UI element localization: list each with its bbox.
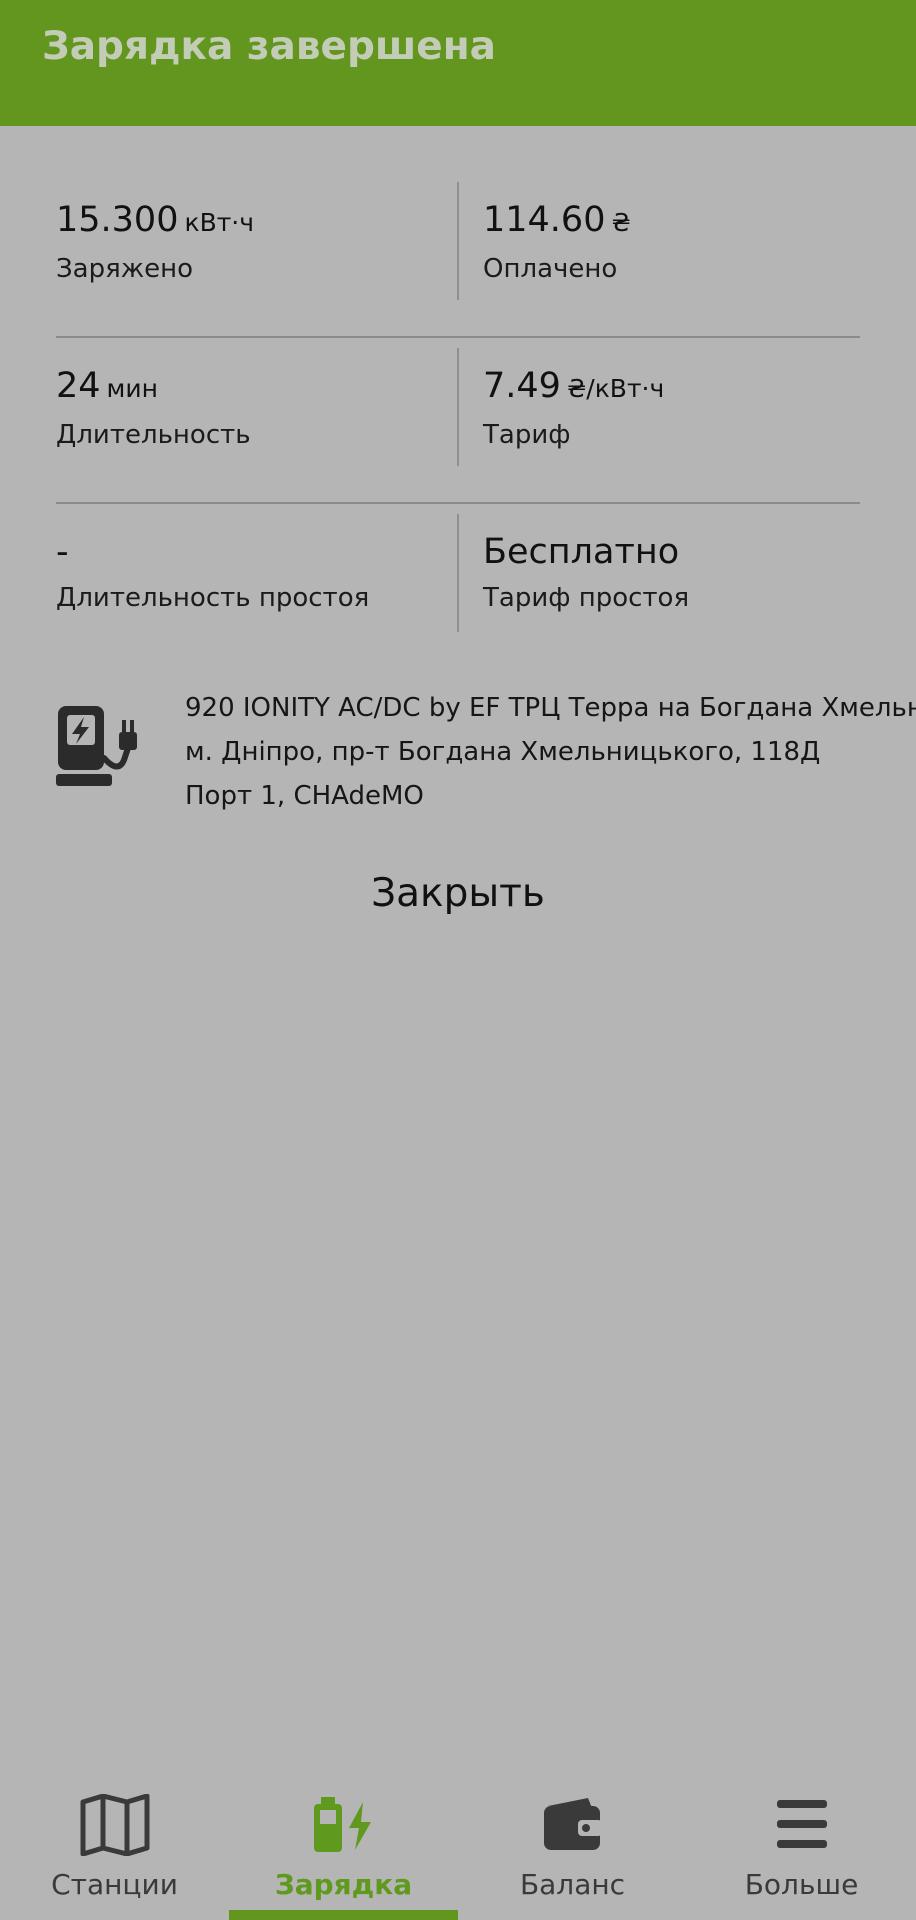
page-title: Зарядка завершена (42, 24, 497, 69)
stat-paid: 114.60 ₴ Оплачено (483, 198, 863, 287)
nav-item-balance[interactable]: Баланс (458, 1776, 687, 1920)
stats-row-duration-tariff: 24 мин Длительность 7.49 ₴/кВт·ч Тариф (56, 338, 860, 504)
stat-charged: 15.300 кВт·ч Заряжено (56, 198, 436, 287)
station-port: Порт 1, CHAdeMO (185, 781, 424, 811)
paid-value: 114.60 (483, 200, 606, 240)
nav-label-charging: Зарядка (274, 1868, 413, 1901)
nav-item-more[interactable]: Больше (687, 1776, 916, 1920)
stats-row-energy-payment: 15.300 кВт·ч Заряжено 114.60 ₴ Оплачено (56, 172, 860, 338)
active-tab-indicator (229, 1910, 458, 1920)
app-screen: Зарядка завершена 15.300 кВт·ч Заряжено 1… (0, 0, 916, 1920)
nav-item-stations[interactable]: Станции (0, 1776, 229, 1920)
station-name: 920 IONITY AC/DC by EF ТРЦ Терра на Богд… (185, 693, 916, 723)
column-divider (457, 182, 459, 300)
nav-item-charging[interactable]: Зарядка (229, 1776, 458, 1920)
charged-unit: кВт·ч (184, 208, 254, 237)
ev-charger-icon (56, 706, 137, 786)
stats-row-idle: - Длительность простоя Бесплатно Тариф п… (56, 504, 860, 670)
stat-tariff: 7.49 ₴/кВт·ч Тариф (483, 364, 863, 453)
duration-unit: мин (106, 374, 158, 403)
nav-label-more: Больше (744, 1868, 859, 1901)
bottom-navigation: Станции Зарядка Баланс Больше (0, 1776, 916, 1920)
paid-unit: ₴ (611, 208, 631, 237)
battery-charging-icon (313, 1797, 371, 1852)
tariff-label: Тариф (483, 420, 571, 450)
wallet-icon (543, 1798, 602, 1850)
paid-label: Оплачено (483, 254, 618, 284)
charged-label: Заряжено (56, 254, 194, 284)
tariff-value: 7.49 (483, 366, 561, 406)
stat-idle-tariff: Бесплатно Тариф простоя (483, 530, 863, 616)
duration-value: 24 (56, 366, 101, 406)
tariff-unit: ₴/кВт·ч (566, 374, 665, 403)
charged-value: 15.300 (56, 200, 179, 240)
top-app-bar: Зарядка завершена (0, 0, 916, 126)
menu-icon (776, 1800, 827, 1848)
idle-tariff-value: Бесплатно (483, 532, 680, 572)
station-address: м. Дніпро, пр-т Богдана Хмельницького, 1… (185, 737, 821, 767)
station-info: 920 IONITY AC/DC by EF ТРЦ Терра на Богд… (56, 686, 916, 816)
nav-label-stations: Станции (51, 1868, 178, 1901)
close-button[interactable]: Закрыть (300, 862, 616, 924)
stat-idle-duration: - Длительность простоя (56, 530, 436, 616)
duration-label: Длительность (56, 420, 251, 450)
charging-summary: 15.300 кВт·ч Заряжено 114.60 ₴ Оплачено 24… (56, 172, 860, 670)
column-divider (457, 514, 459, 632)
idle-duration-label: Длительность простоя (56, 583, 370, 613)
idle-duration-value: - (56, 532, 69, 572)
column-divider (457, 348, 459, 466)
nav-label-balance: Баланс (519, 1868, 626, 1901)
stat-duration: 24 мин Длительность (56, 364, 436, 453)
map-icon (80, 1794, 149, 1856)
idle-tariff-label: Тариф простоя (483, 583, 690, 613)
